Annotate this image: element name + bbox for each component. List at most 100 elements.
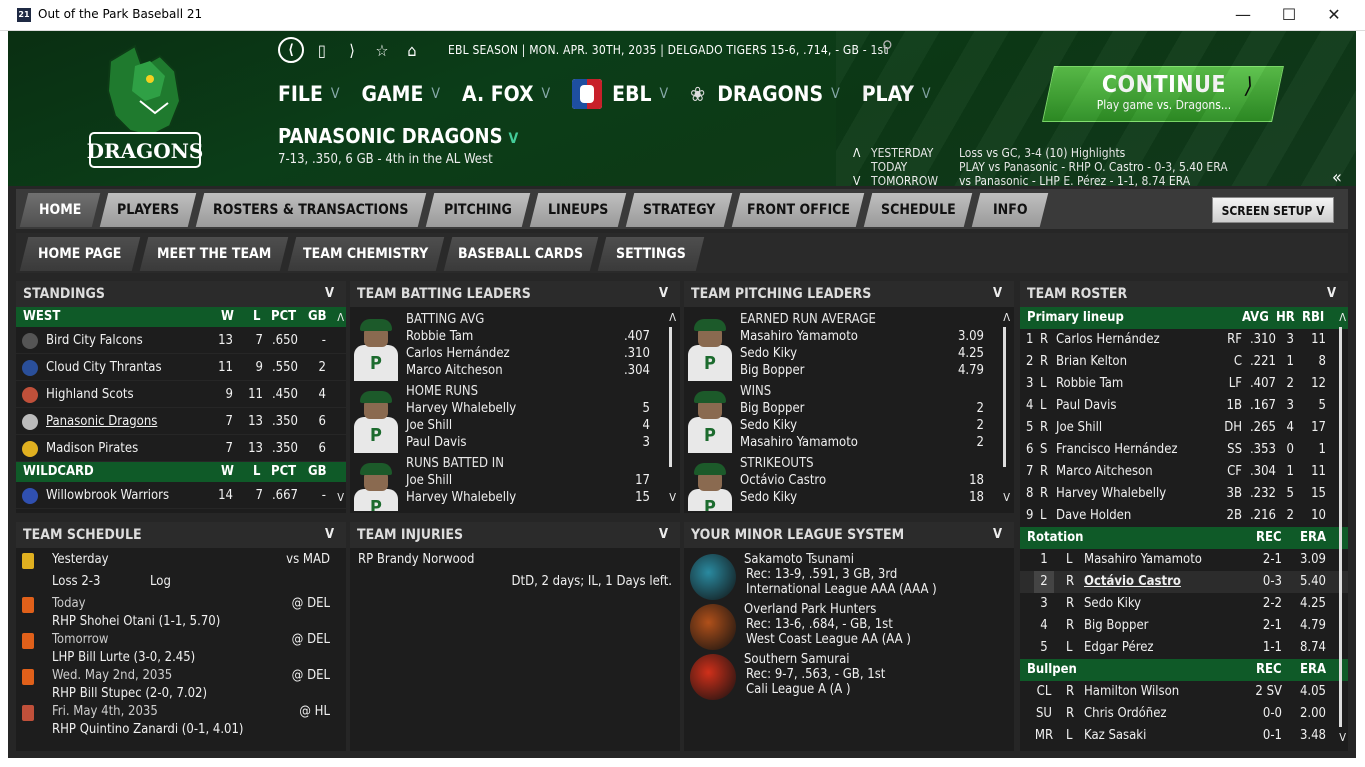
schedule-opponent[interactable]: @ DEL (274, 632, 330, 647)
leader-name[interactable]: Big Bopper (740, 400, 804, 417)
player-name[interactable]: Chris Ordóñez (1084, 703, 1167, 725)
screen-setup-button[interactable]: SCREEN SETUP V (1212, 197, 1334, 223)
minor-team-name[interactable]: Overland Park Hunters (744, 602, 876, 617)
schedule-opponent[interactable]: @ DEL (274, 596, 330, 611)
schedule-opponent[interactable]: @ HL (274, 704, 330, 719)
player-photo[interactable]: P (686, 387, 734, 453)
tab-pitching[interactable]: PITCHING (425, 193, 531, 227)
menu-team[interactable]: ❀ DRAGONS V (690, 82, 840, 106)
player-name[interactable]: Harvey Whalebelly (1056, 483, 1166, 505)
pitcher-row[interactable]: MR L Kaz Sasaki 0-1 3.48 (1020, 725, 1348, 747)
menu-game[interactable]: GAME V (362, 82, 440, 106)
subtab-meet-the-team[interactable]: MEET THE TEAM (139, 237, 289, 271)
pitcher-row[interactable]: 4 R Big Bopper 2-1 4.79 (1020, 615, 1348, 637)
forward-icon[interactable]: ⟩ (340, 41, 364, 60)
lineup-row[interactable]: 4 L Paul Davis 1B .167 3 5 (1020, 395, 1348, 417)
minor-team-logo-icon[interactable] (690, 654, 736, 700)
chevron-down-icon[interactable]: V (993, 522, 1002, 548)
standings-row[interactable]: Highland Scots 9 11 .450 4 (16, 381, 346, 408)
search-icon[interactable]: ⚲ (882, 37, 893, 56)
lineup-row[interactable]: 1 R Carlos Hernández RF .310 3 11 (1020, 329, 1348, 351)
schedule-opponent[interactable]: @ DEL (274, 668, 330, 683)
subtab-settings[interactable]: SETTINGS (597, 237, 705, 271)
player-name[interactable]: Robbie Tam (1056, 373, 1123, 395)
pitcher-row[interactable]: 3 R Sedo Kiky 2-2 4.25 (1020, 593, 1348, 615)
player-name[interactable]: Edgar Pérez (1084, 637, 1154, 659)
lineup-row[interactable]: 6 S Francisco Hernández SS .353 0 1 (1020, 439, 1348, 461)
minor-team-name[interactable]: Southern Samurai (744, 652, 850, 667)
pitcher-row[interactable]: 1 L Masahiro Yamamoto 2-1 3.09 (1020, 549, 1348, 571)
standings-row[interactable]: Willowbrook Warriors 14 7 .667 - (16, 482, 346, 509)
injured-player[interactable]: RP Brandy Norwood (358, 552, 474, 567)
scroll-down-icon[interactable]: V (1003, 491, 1010, 504)
leader-name[interactable]: Harvey Whalebelly (406, 400, 516, 417)
pitcher-row[interactable]: CL R Hamilton Wilson 2 SV 4.05 (1020, 681, 1348, 703)
lineup-row[interactable]: 9 L Dave Holden 2B .216 2 10 (1020, 505, 1348, 527)
scroll-down-icon[interactable]: V (337, 491, 344, 504)
player-name[interactable]: Dave Holden (1056, 505, 1131, 527)
minor-team-logo-icon[interactable] (690, 554, 736, 600)
leader-name[interactable]: Masahiro Yamamoto (740, 328, 858, 345)
player-photo[interactable]: P (352, 387, 400, 453)
team-name[interactable]: PANASONIC DRAGONS V (278, 124, 518, 148)
team-name[interactable]: Bird City Falcons (46, 327, 143, 354)
menu-play[interactable]: PLAY V (862, 82, 931, 106)
leader-name[interactable]: Masahiro Yamamoto (740, 434, 858, 451)
player-name[interactable]: Paul Davis (1056, 395, 1116, 417)
player-photo[interactable]: P (352, 459, 400, 511)
lineup-row[interactable]: 2 R Brian Kelton C .221 1 8 (1020, 351, 1348, 373)
scrollbar[interactable] (669, 327, 672, 467)
scroll-up-icon[interactable]: Λ (337, 311, 344, 324)
tab-players[interactable]: PLAYERS (99, 193, 197, 227)
subtab-baseball-cards[interactable]: BASEBALL CARDS (443, 237, 599, 271)
player-photo[interactable]: P (686, 315, 734, 381)
scroll-up-icon[interactable]: Λ (669, 311, 676, 324)
minimize-button[interactable]: — (1220, 0, 1266, 31)
chevron-down-icon[interactable]: V (325, 281, 334, 307)
standings-row[interactable]: Madison Pirates 7 13 .350 6 (16, 435, 346, 462)
player-name[interactable]: Francisco Hernández (1056, 439, 1178, 461)
star-icon[interactable]: ☆ (370, 41, 394, 60)
leader-name[interactable]: Robbie Tam (406, 328, 473, 345)
leader-name[interactable]: Sedo Kiky (740, 417, 797, 434)
leader-name[interactable]: Harvey Whalebelly (406, 489, 516, 506)
scroll-up-icon[interactable]: Λ (1339, 311, 1346, 324)
leader-name[interactable]: Octávio Castro (740, 472, 826, 489)
pitcher-row[interactable]: 2 R Octávio Castro 0-3 5.40 (1020, 571, 1348, 593)
chevron-down-icon[interactable]: V (1327, 281, 1336, 307)
team-name[interactable]: Highland Scots (46, 381, 134, 408)
maximize-button[interactable]: ☐ (1266, 0, 1312, 31)
chevron-down-icon[interactable]: V (325, 522, 334, 548)
player-name[interactable]: Sedo Kiky (1084, 593, 1141, 615)
leader-name[interactable]: Carlos Hernández (406, 345, 510, 362)
pitcher-row[interactable]: SU R Chris Ordóñez 0-0 2.00 (1020, 703, 1348, 725)
lineup-row[interactable]: 5 R Joe Shill DH .265 4 17 (1020, 417, 1348, 439)
chevron-down-icon[interactable]: V (659, 281, 668, 307)
player-name[interactable]: Marco Aitcheson (1056, 461, 1153, 483)
player-name[interactable]: Kaz Sasaki (1084, 725, 1146, 747)
pitcher-row[interactable]: 5 L Edgar Pérez 1-1 8.74 (1020, 637, 1348, 659)
leader-name[interactable]: Sedo Kiky (740, 489, 797, 506)
lineup-row[interactable]: 3 L Robbie Tam LF .407 2 12 (1020, 373, 1348, 395)
player-name[interactable]: Masahiro Yamamoto (1084, 549, 1202, 571)
tab-front-office[interactable]: FRONT OFFICE (731, 193, 865, 227)
player-photo[interactable]: P (352, 315, 400, 381)
menu-manager[interactable]: A. FOX V (462, 82, 550, 106)
collapse-icon[interactable]: « (1332, 167, 1342, 188)
chevron-down-icon[interactable]: V (853, 174, 871, 188)
minor-team-logo-icon[interactable] (690, 604, 736, 650)
lineup-row[interactable]: 7 R Marco Aitcheson CF .304 1 11 (1020, 461, 1348, 483)
home-icon[interactable]: ⌂ (400, 41, 424, 60)
scroll-up-icon[interactable]: Λ (1003, 311, 1010, 324)
scroll-down-icon[interactable]: V (1339, 731, 1346, 744)
standings-row[interactable]: Bird City Falcons 13 7 .650 - (16, 327, 346, 354)
team-name[interactable]: Madison Pirates (46, 435, 138, 462)
leader-name[interactable]: Joe Shill (406, 417, 452, 434)
leader-name[interactable]: Paul Davis (406, 434, 466, 451)
team-logo[interactable]: DRAGONS (80, 41, 210, 181)
subtab-home-page[interactable]: HOME PAGE (19, 237, 141, 271)
leader-name[interactable]: Big Bopper (740, 362, 804, 379)
subtab-team-chemistry[interactable]: TEAM CHEMISTRY (287, 237, 445, 271)
player-name[interactable]: Big Bopper (1084, 615, 1148, 637)
game-log-link[interactable]: Log (150, 574, 171, 589)
